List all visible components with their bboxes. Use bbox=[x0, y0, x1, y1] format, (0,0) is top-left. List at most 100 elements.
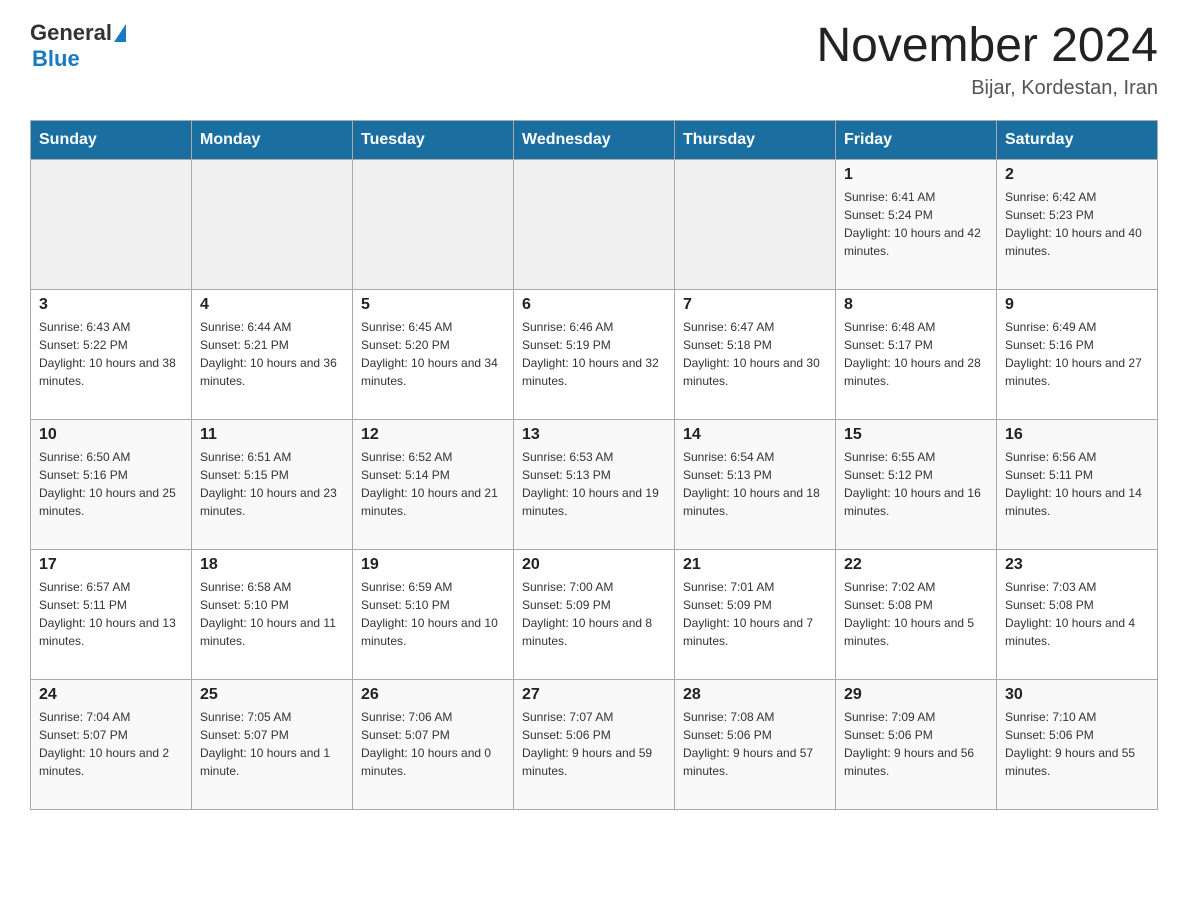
logo-general-text: General bbox=[30, 20, 112, 46]
day-cell bbox=[675, 159, 836, 289]
header-cell-sunday: Sunday bbox=[31, 120, 192, 159]
day-info: Sunrise: 6:54 AM Sunset: 5:13 PM Dayligh… bbox=[683, 448, 827, 520]
day-number: 7 bbox=[683, 296, 827, 314]
day-cell: 10 Sunrise: 6:50 AM Sunset: 5:16 PM Dayli… bbox=[31, 419, 192, 549]
week-row-3: 10 Sunrise: 6:50 AM Sunset: 5:16 PM Dayli… bbox=[31, 419, 1158, 549]
week-row-5: 24 Sunrise: 7:04 AM Sunset: 5:07 PM Dayli… bbox=[31, 679, 1158, 809]
day-info: Sunrise: 6:57 AM Sunset: 5:11 PM Dayligh… bbox=[39, 578, 183, 650]
day-cell: 17 Sunrise: 6:57 AM Sunset: 5:11 PM Dayli… bbox=[31, 549, 192, 679]
day-cell: 19Sunrise: 6:59 AM Sunset: 5:10 PM Dayli… bbox=[353, 549, 514, 679]
day-number: 4 bbox=[200, 296, 344, 314]
day-cell bbox=[192, 159, 353, 289]
day-cell: 4 Sunrise: 6:44 AM Sunset: 5:21 PM Daylig… bbox=[192, 289, 353, 419]
day-cell: 21 Sunrise: 7:01 AM Sunset: 5:09 PM Dayli… bbox=[675, 549, 836, 679]
day-info: Sunrise: 7:10 AM Sunset: 5:06 PM Dayligh… bbox=[1005, 708, 1149, 780]
day-info: Sunrise: 7:07 AM Sunset: 5:06 PM Dayligh… bbox=[522, 708, 666, 780]
day-number: 27 bbox=[522, 686, 666, 704]
day-info: Sunrise: 6:48 AM Sunset: 5:17 PM Dayligh… bbox=[844, 318, 988, 390]
day-number: 3 bbox=[39, 296, 183, 314]
day-cell: 8 Sunrise: 6:48 AM Sunset: 5:17 PM Daylig… bbox=[836, 289, 997, 419]
day-cell bbox=[514, 159, 675, 289]
day-cell: 5Sunrise: 6:45 AM Sunset: 5:20 PM Daylig… bbox=[353, 289, 514, 419]
day-info: Sunrise: 7:06 AM Sunset: 5:07 PM Dayligh… bbox=[361, 708, 505, 780]
header-row: SundayMondayTuesdayWednesdayThursdayFrid… bbox=[31, 120, 1158, 159]
day-info: Sunrise: 6:53 AM Sunset: 5:13 PM Dayligh… bbox=[522, 448, 666, 520]
day-number: 17 bbox=[39, 556, 183, 574]
header-cell-saturday: Saturday bbox=[997, 120, 1158, 159]
day-number: 10 bbox=[39, 426, 183, 444]
day-number: 20 bbox=[522, 556, 666, 574]
calendar-table: SundayMondayTuesdayWednesdayThursdayFrid… bbox=[30, 120, 1158, 810]
day-cell: 16 Sunrise: 6:56 AM Sunset: 5:11 PM Dayli… bbox=[997, 419, 1158, 549]
day-number: 9 bbox=[1005, 296, 1149, 314]
day-cell: 15 Sunrise: 6:55 AM Sunset: 5:12 PM Dayli… bbox=[836, 419, 997, 549]
header-cell-thursday: Thursday bbox=[675, 120, 836, 159]
day-info: Sunrise: 7:00 AM Sunset: 5:09 PM Dayligh… bbox=[522, 578, 666, 650]
day-info: Sunrise: 6:55 AM Sunset: 5:12 PM Dayligh… bbox=[844, 448, 988, 520]
day-info: Sunrise: 6:51 AM Sunset: 5:15 PM Dayligh… bbox=[200, 448, 344, 520]
day-cell: 23Sunrise: 7:03 AM Sunset: 5:08 PM Dayli… bbox=[997, 549, 1158, 679]
day-cell: 6Sunrise: 6:46 AM Sunset: 5:19 PM Daylig… bbox=[514, 289, 675, 419]
week-row-2: 3Sunrise: 6:43 AM Sunset: 5:22 PM Daylig… bbox=[31, 289, 1158, 419]
day-number: 15 bbox=[844, 426, 988, 444]
day-number: 12 bbox=[361, 426, 505, 444]
day-number: 26 bbox=[361, 686, 505, 704]
day-number: 21 bbox=[683, 556, 827, 574]
day-info: Sunrise: 7:03 AM Sunset: 5:08 PM Dayligh… bbox=[1005, 578, 1149, 650]
day-info: Sunrise: 6:47 AM Sunset: 5:18 PM Dayligh… bbox=[683, 318, 827, 390]
day-number: 29 bbox=[844, 686, 988, 704]
week-row-4: 17 Sunrise: 6:57 AM Sunset: 5:11 PM Dayli… bbox=[31, 549, 1158, 679]
day-cell: 20 Sunrise: 7:00 AM Sunset: 5:09 PM Dayli… bbox=[514, 549, 675, 679]
logo: General Blue bbox=[30, 20, 126, 72]
day-number: 5 bbox=[361, 296, 505, 314]
week-row-1: 1Sunrise: 6:41 AM Sunset: 5:24 PM Daylig… bbox=[31, 159, 1158, 289]
day-cell: 7 Sunrise: 6:47 AM Sunset: 5:18 PM Daylig… bbox=[675, 289, 836, 419]
day-info: Sunrise: 6:44 AM Sunset: 5:21 PM Dayligh… bbox=[200, 318, 344, 390]
day-cell: 30Sunrise: 7:10 AM Sunset: 5:06 PM Dayli… bbox=[997, 679, 1158, 809]
header-cell-tuesday: Tuesday bbox=[353, 120, 514, 159]
day-info: Sunrise: 7:05 AM Sunset: 5:07 PM Dayligh… bbox=[200, 708, 344, 780]
day-info: Sunrise: 6:50 AM Sunset: 5:16 PM Dayligh… bbox=[39, 448, 183, 520]
day-cell: 11 Sunrise: 6:51 AM Sunset: 5:15 PM Dayli… bbox=[192, 419, 353, 549]
header-cell-monday: Monday bbox=[192, 120, 353, 159]
day-info: Sunrise: 7:04 AM Sunset: 5:07 PM Dayligh… bbox=[39, 708, 183, 780]
day-cell: 12 Sunrise: 6:52 AM Sunset: 5:14 PM Dayli… bbox=[353, 419, 514, 549]
day-number: 24 bbox=[39, 686, 183, 704]
day-cell: 28 Sunrise: 7:08 AM Sunset: 5:06 PM Dayli… bbox=[675, 679, 836, 809]
header-cell-wednesday: Wednesday bbox=[514, 120, 675, 159]
page-header: General Blue November 2024 Bijar, Kordes… bbox=[30, 20, 1158, 100]
day-info: Sunrise: 7:01 AM Sunset: 5:09 PM Dayligh… bbox=[683, 578, 827, 650]
day-number: 8 bbox=[844, 296, 988, 314]
day-info: Sunrise: 7:09 AM Sunset: 5:06 PM Dayligh… bbox=[844, 708, 988, 780]
location-subtitle: Bijar, Kordestan, Iran bbox=[816, 77, 1158, 100]
day-number: 22 bbox=[844, 556, 988, 574]
day-info: Sunrise: 6:42 AM Sunset: 5:23 PM Dayligh… bbox=[1005, 188, 1149, 260]
header-cell-friday: Friday bbox=[836, 120, 997, 159]
day-info: Sunrise: 7:02 AM Sunset: 5:08 PM Dayligh… bbox=[844, 578, 988, 650]
day-info: Sunrise: 6:46 AM Sunset: 5:19 PM Dayligh… bbox=[522, 318, 666, 390]
day-cell: 27 Sunrise: 7:07 AM Sunset: 5:06 PM Dayli… bbox=[514, 679, 675, 809]
day-info: Sunrise: 6:58 AM Sunset: 5:10 PM Dayligh… bbox=[200, 578, 344, 650]
day-cell: 3Sunrise: 6:43 AM Sunset: 5:22 PM Daylig… bbox=[31, 289, 192, 419]
day-info: Sunrise: 6:56 AM Sunset: 5:11 PM Dayligh… bbox=[1005, 448, 1149, 520]
day-number: 16 bbox=[1005, 426, 1149, 444]
day-cell: 29 Sunrise: 7:09 AM Sunset: 5:06 PM Dayli… bbox=[836, 679, 997, 809]
day-number: 13 bbox=[522, 426, 666, 444]
calendar-body: 1Sunrise: 6:41 AM Sunset: 5:24 PM Daylig… bbox=[31, 159, 1158, 809]
day-number: 28 bbox=[683, 686, 827, 704]
day-cell: 18Sunrise: 6:58 AM Sunset: 5:10 PM Dayli… bbox=[192, 549, 353, 679]
day-info: Sunrise: 7:08 AM Sunset: 5:06 PM Dayligh… bbox=[683, 708, 827, 780]
day-cell: 26 Sunrise: 7:06 AM Sunset: 5:07 PM Dayli… bbox=[353, 679, 514, 809]
day-info: Sunrise: 6:52 AM Sunset: 5:14 PM Dayligh… bbox=[361, 448, 505, 520]
title-block: November 2024 Bijar, Kordestan, Iran bbox=[816, 20, 1158, 100]
day-info: Sunrise: 6:49 AM Sunset: 5:16 PM Dayligh… bbox=[1005, 318, 1149, 390]
day-cell bbox=[353, 159, 514, 289]
day-cell: 2Sunrise: 6:42 AM Sunset: 5:23 PM Daylig… bbox=[997, 159, 1158, 289]
day-number: 1 bbox=[844, 166, 988, 184]
day-number: 19 bbox=[361, 556, 505, 574]
day-number: 11 bbox=[200, 426, 344, 444]
day-cell: 13 Sunrise: 6:53 AM Sunset: 5:13 PM Dayli… bbox=[514, 419, 675, 549]
day-number: 14 bbox=[683, 426, 827, 444]
logo-top: General bbox=[30, 20, 126, 46]
day-cell bbox=[31, 159, 192, 289]
